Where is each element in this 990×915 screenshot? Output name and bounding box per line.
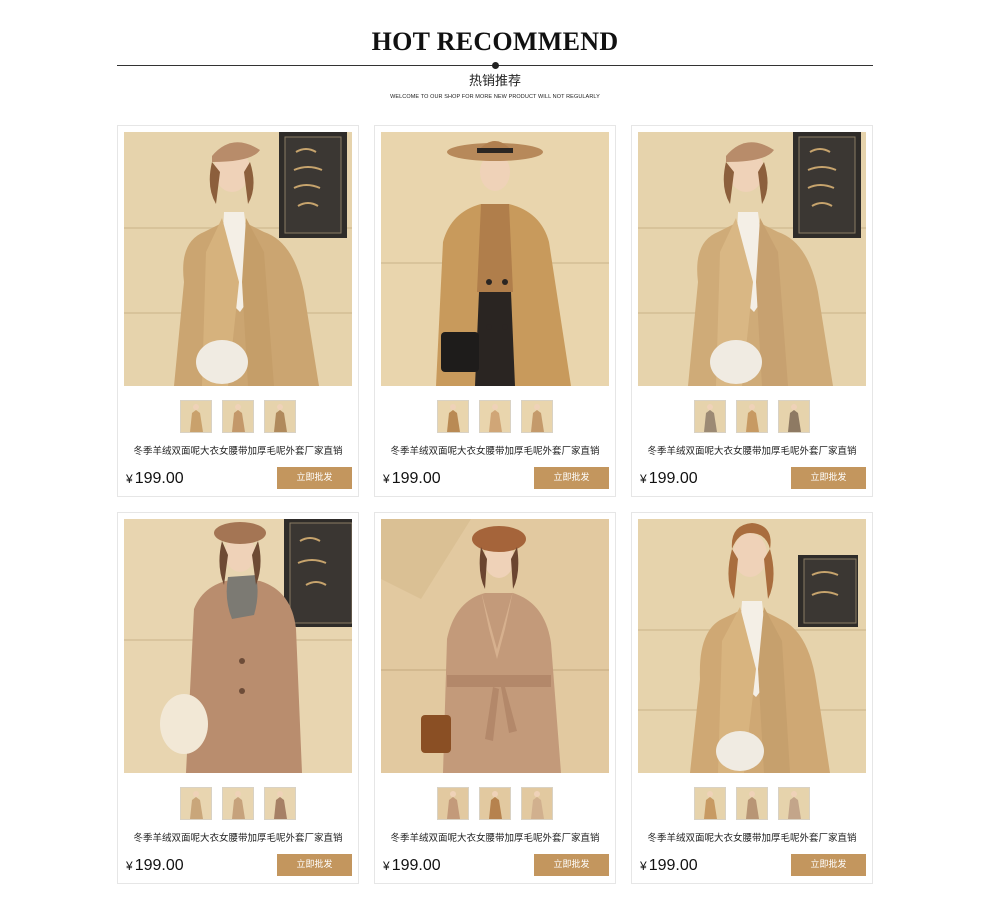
product-price: ¥199.00	[640, 469, 698, 489]
product-price: ¥199.00	[640, 856, 698, 876]
price-value: 199.00	[134, 470, 184, 487]
product-photo[interactable]	[381, 132, 609, 386]
color-thumbnail[interactable]	[778, 400, 810, 433]
thumbnail-row	[375, 787, 615, 821]
color-thumbnail[interactable]	[437, 787, 469, 820]
product-photo[interactable]	[124, 519, 352, 773]
product-price: ¥199.00	[383, 856, 441, 876]
product-photo[interactable]	[381, 519, 609, 773]
price-value: 199.00	[648, 857, 698, 874]
thumbnail-row	[632, 787, 872, 821]
product-card[interactable]: 冬季羊绒双面呢大衣女腰带加厚毛呢外套厂家直销 ¥199.00 立即批发	[631, 125, 873, 497]
product-name[interactable]: 冬季羊绒双面呢大衣女腰带加厚毛呢外套厂家直销	[632, 833, 872, 845]
color-thumbnail[interactable]	[437, 400, 469, 433]
currency-symbol: ¥	[383, 472, 390, 486]
price-value: 199.00	[391, 470, 441, 487]
product-card[interactable]: 冬季羊绒双面呢大衣女腰带加厚毛呢外套厂家直销 ¥199.00 立即批发	[117, 512, 359, 884]
section-title: HOT RECOMMEND	[371, 27, 619, 56]
product-card[interactable]: 冬季羊绒双面呢大衣女腰带加厚毛呢外套厂家直销 ¥199.00 立即批发	[374, 125, 616, 497]
color-thumbnail[interactable]	[180, 787, 212, 820]
price-value: 199.00	[648, 470, 698, 487]
color-thumbnail[interactable]	[736, 787, 768, 820]
color-thumbnail[interactable]	[222, 400, 254, 433]
color-thumbnail[interactable]	[521, 787, 553, 820]
product-name[interactable]: 冬季羊绒双面呢大衣女腰带加厚毛呢外套厂家直销	[118, 833, 358, 845]
color-thumbnail[interactable]	[694, 400, 726, 433]
hot-recommend-section: HOT RECOMMEND 热销推荐 WELCOME TO OUR SHOP F…	[0, 0, 990, 915]
color-thumbnail[interactable]	[694, 787, 726, 820]
thumbnail-row	[118, 787, 358, 821]
color-thumbnail[interactable]	[479, 400, 511, 433]
product-price: ¥199.00	[126, 856, 184, 876]
thumbnail-row	[632, 400, 872, 434]
product-name[interactable]: 冬季羊绒双面呢大衣女腰带加厚毛呢外套厂家直销	[375, 833, 615, 845]
wholesale-button[interactable]: 立即批发	[534, 854, 609, 876]
wholesale-button[interactable]: 立即批发	[277, 467, 352, 489]
product-price: ¥199.00	[383, 469, 441, 489]
color-thumbnail[interactable]	[264, 400, 296, 433]
product-name[interactable]: 冬季羊绒双面呢大衣女腰带加厚毛呢外套厂家直销	[118, 446, 358, 458]
product-name[interactable]: 冬季羊绒双面呢大衣女腰带加厚毛呢外套厂家直销	[632, 446, 872, 458]
currency-symbol: ¥	[640, 472, 647, 486]
currency-symbol: ¥	[383, 859, 390, 873]
product-price: ¥199.00	[126, 469, 184, 489]
price-value: 199.00	[391, 857, 441, 874]
color-thumbnail[interactable]	[180, 400, 212, 433]
currency-symbol: ¥	[126, 472, 133, 486]
color-thumbnail[interactable]	[778, 787, 810, 820]
color-thumbnail[interactable]	[521, 400, 553, 433]
divider-dot	[492, 62, 499, 69]
color-thumbnail[interactable]	[736, 400, 768, 433]
product-card[interactable]: 冬季羊绒双面呢大衣女腰带加厚毛呢外套厂家直销 ¥199.00 立即批发	[374, 512, 616, 884]
wholesale-button[interactable]: 立即批发	[791, 467, 866, 489]
color-thumbnail[interactable]	[222, 787, 254, 820]
section-tagline: WELCOME TO OUR SHOP FOR MORE NEW PRODUCT…	[390, 94, 600, 100]
price-value: 199.00	[134, 857, 184, 874]
thumbnail-row	[118, 400, 358, 434]
product-photo[interactable]	[124, 132, 352, 386]
product-name[interactable]: 冬季羊绒双面呢大衣女腰带加厚毛呢外套厂家直销	[375, 446, 615, 458]
section-subtitle: 热销推荐	[468, 74, 521, 89]
product-card[interactable]: 冬季羊绒双面呢大衣女腰带加厚毛呢外套厂家直销 ¥199.00 立即批发	[117, 125, 359, 497]
wholesale-button[interactable]: 立即批发	[791, 854, 866, 876]
wholesale-button[interactable]: 立即批发	[534, 467, 609, 489]
currency-symbol: ¥	[640, 859, 647, 873]
currency-symbol: ¥	[126, 859, 133, 873]
product-photo[interactable]	[638, 519, 866, 773]
wholesale-button[interactable]: 立即批发	[277, 854, 352, 876]
thumbnail-row	[375, 400, 615, 434]
product-photo[interactable]	[638, 132, 866, 386]
product-card[interactable]: 冬季羊绒双面呢大衣女腰带加厚毛呢外套厂家直销 ¥199.00 立即批发	[631, 512, 873, 884]
color-thumbnail[interactable]	[479, 787, 511, 820]
color-thumbnail[interactable]	[264, 787, 296, 820]
